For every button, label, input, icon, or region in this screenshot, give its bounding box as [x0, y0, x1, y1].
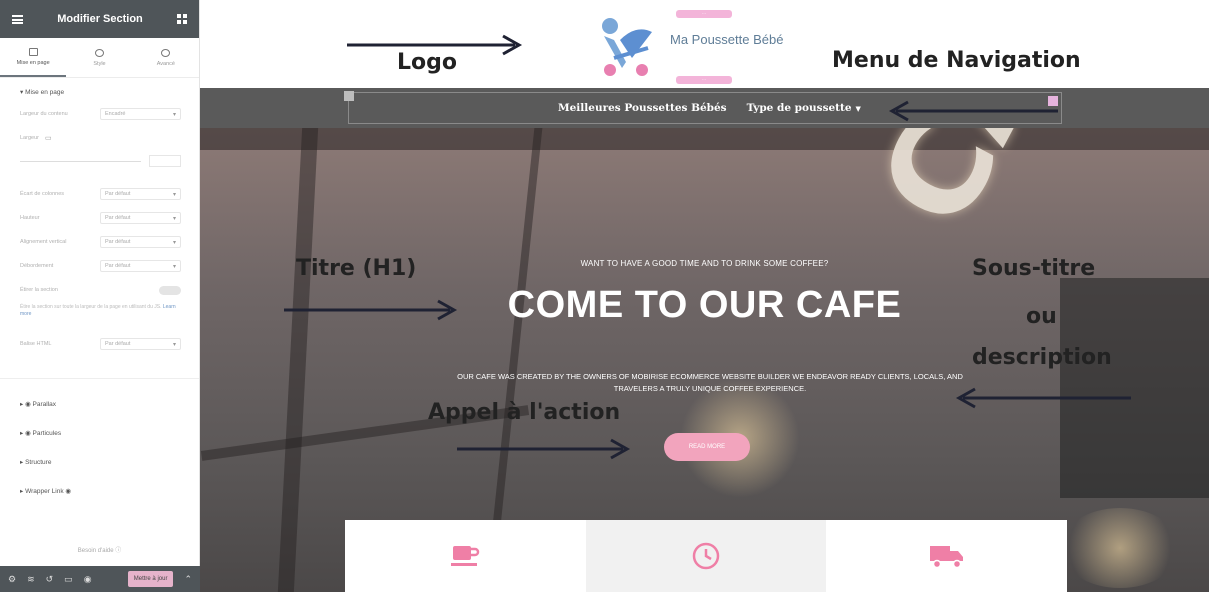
monitor-icon: ▭	[44, 135, 52, 142]
bg-beam	[200, 128, 1209, 150]
nav-item-stroller-type-label: Type de poussette	[746, 102, 852, 114]
tab-advanced[interactable]: Avancé	[133, 38, 199, 77]
tab-style[interactable]: Style	[66, 38, 132, 77]
annotation-subtitle-line1: Sous-titre	[972, 256, 1096, 281]
coffee-cup-icon	[451, 546, 480, 566]
height-select[interactable]: Par défaut	[100, 212, 181, 224]
column-gap-label: Écart de colonnes	[20, 191, 65, 197]
tab-style-label: Style	[93, 60, 106, 67]
chevron-down-icon: ▼	[855, 104, 861, 113]
bg-lamp-glow	[1060, 508, 1180, 588]
stretch-label: Étirer la section	[20, 287, 58, 293]
arrow-left-icon	[955, 387, 1131, 409]
overflow-row: Débordement Par défaut	[0, 254, 199, 278]
sidebar-tabs: Mise en page Style Avancé	[0, 38, 199, 78]
responsive-icon[interactable]: ▭	[64, 574, 73, 585]
section-layout-title[interactable]: ▾ Mise en page	[0, 78, 199, 102]
annotation-subtitle-line3: description	[972, 345, 1112, 370]
overflow-label: Débordement	[20, 263, 54, 269]
tab-layout[interactable]: Mise en page	[0, 38, 67, 77]
grid-icon[interactable]	[177, 14, 187, 24]
read-more-button[interactable]: READ MORE	[664, 433, 750, 461]
page-canvas: ⋯ Ma Poussette Bébé ⋯ Meilleures Pousset…	[200, 0, 1209, 592]
vertical-align-label: Alignement vertical	[20, 239, 67, 245]
feature-coffee	[345, 520, 586, 592]
feature-hours	[585, 520, 827, 592]
width-slider[interactable]	[20, 160, 141, 162]
help-link[interactable]: Besoin d'aide ⓘ	[0, 545, 199, 554]
annotation-subtitle-line2: ou	[1026, 304, 1057, 329]
section-structure[interactable]: ▸ Structure	[0, 447, 199, 476]
widget-edit-handle[interactable]	[344, 91, 354, 101]
preview-icon[interactable]: ◉	[84, 574, 92, 585]
column-gap-select[interactable]: Par défaut	[100, 188, 181, 200]
screenshot-root: Modifier Section Mise en page Style Avan…	[0, 0, 1209, 592]
editor-sidebar: Modifier Section Mise en page Style Avan…	[0, 0, 200, 592]
tab-layout-label: Mise en page	[16, 59, 50, 66]
content-width-select[interactable]: Encadré	[100, 108, 181, 120]
nav-menu: Meilleures Poussettes Bébés Type de pous…	[558, 88, 861, 128]
clock-icon	[692, 542, 720, 570]
gear-icon	[161, 48, 171, 57]
section-parallax[interactable]: ▸ ◉ Parallax	[0, 389, 199, 418]
column-gap-row: Écart de colonnes Par défaut	[0, 182, 199, 206]
annotation-menu: Menu de Navigation	[832, 48, 1081, 73]
sidebar-header: Modifier Section	[0, 0, 199, 38]
site-logo[interactable]: Ma Poussette Bébé	[592, 10, 783, 80]
bg-pillar	[277, 128, 319, 592]
truck-icon	[929, 546, 963, 569]
logo-text: Ma Poussette Bébé	[670, 31, 784, 47]
stretch-note: Étire la section sur toute la largeur de…	[0, 302, 199, 324]
divider	[0, 378, 199, 379]
annotation-cta: Appel à l'action	[428, 400, 621, 425]
stretch-note-text: Étire la section sur toute la largeur de…	[20, 304, 162, 310]
stretch-row: Étirer la section	[0, 278, 199, 302]
features-strip	[345, 520, 1067, 592]
content-width-row: Largeur du contenu Encadré	[0, 102, 199, 126]
annotation-title: Titre (H1)	[296, 256, 417, 281]
arrow-left-icon	[888, 100, 1058, 122]
vertical-align-row: Alignement vertical Par défaut	[0, 230, 199, 254]
height-label: Hauteur	[20, 215, 40, 221]
sidebar-title: Modifier Section	[57, 13, 143, 25]
stroller-icon	[602, 18, 652, 76]
nav-item-best-strollers[interactable]: Meilleures Poussettes Bébés	[558, 102, 727, 114]
arrow-right-icon	[284, 299, 458, 321]
arrow-right-icon	[457, 438, 631, 460]
sidebar-footer: ⚙ ≋ ↺ ▭ ◉ Mettre à jour ⌃	[0, 566, 200, 592]
html-tag-label: Balise HTML	[20, 341, 52, 347]
width-row: Largeur ▭	[0, 126, 199, 150]
section-wrapper-link[interactable]: ▸ Wrapper Link ◉	[0, 476, 199, 505]
height-row: Hauteur Par défaut	[0, 206, 199, 230]
content-width-label: Largeur du contenu	[20, 111, 68, 117]
hero-description: OUR CAFE WAS CREATED BY THE OWNERS OF MO…	[457, 372, 963, 393]
history-icon[interactable]: ↺	[46, 574, 54, 585]
arrow-right-icon	[347, 34, 523, 56]
vertical-align-select[interactable]: Par défaut	[100, 236, 181, 248]
update-button[interactable]: Mettre à jour	[127, 571, 174, 587]
layers-icon[interactable]: ≋	[27, 574, 35, 585]
chevron-up-icon[interactable]: ⌃	[184, 574, 192, 585]
html-tag-select[interactable]: Par défaut	[100, 338, 181, 350]
width-input[interactable]	[149, 155, 181, 167]
html-tag-row: Balise HTML Par défaut	[0, 332, 199, 356]
width-label: Largeur	[20, 135, 39, 141]
width-slider-row	[0, 150, 199, 170]
section-handle-bottom[interactable]: ⋯	[676, 76, 732, 84]
layout-icon	[28, 47, 38, 56]
feature-delivery	[826, 520, 1067, 592]
overflow-select[interactable]: Par défaut	[100, 260, 181, 272]
section-particles[interactable]: ▸ ◉ Particules	[0, 418, 199, 447]
style-icon	[94, 48, 104, 57]
nav-item-stroller-type[interactable]: Type de poussette ▼	[747, 102, 861, 114]
settings-icon[interactable]: ⚙	[8, 574, 16, 585]
hamburger-icon[interactable]	[12, 14, 23, 24]
tab-advanced-label: Avancé	[156, 60, 175, 67]
stretch-toggle[interactable]	[159, 285, 181, 295]
